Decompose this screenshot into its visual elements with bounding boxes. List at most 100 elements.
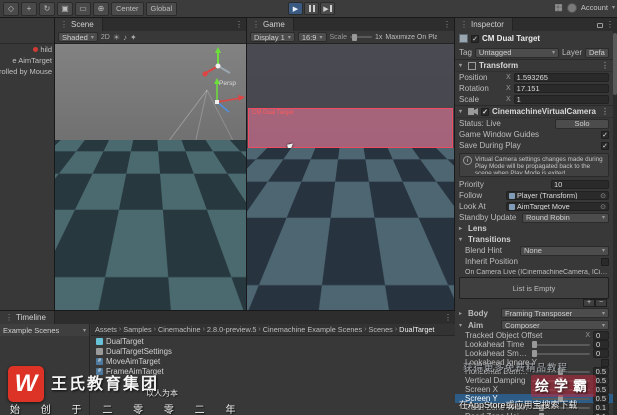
breadcrumb-item[interactable]: Scenes xyxy=(368,325,392,334)
lookahead-time-slider[interactable] xyxy=(532,341,590,348)
inspector-scrollbar[interactable] xyxy=(613,31,617,415)
vertical-damping-slider[interactable] xyxy=(532,377,590,384)
gameobject-name[interactable]: CM Dual Target xyxy=(482,34,609,43)
vcam-component-header[interactable]: ▾ ✓ CinemachineVirtualCamera ⋮ xyxy=(455,105,613,118)
breadcrumb-item[interactable]: Cinemachine Example Scenes xyxy=(263,325,362,334)
tab-game[interactable]: ⋮ Game xyxy=(247,18,294,31)
blend-hint-dropdown[interactable]: None ▾ xyxy=(520,245,609,256)
breadcrumb-item[interactable]: Assets xyxy=(95,325,117,334)
component-menu-icon[interactable]: ⋮ xyxy=(601,61,609,70)
object-picker-icon[interactable]: ⊙ xyxy=(600,192,606,200)
inspector-pane-menu-icon[interactable]: ⋮ xyxy=(606,20,614,29)
asset-row[interactable]: DualTarget xyxy=(91,336,455,346)
tracked-object-offset-x-field[interactable]: 0 xyxy=(593,331,609,340)
aim-dropdown[interactable]: Composer ▾ xyxy=(501,320,609,330)
account-button[interactable]: Account xyxy=(581,3,608,12)
toggle-2d-button[interactable]: 2D xyxy=(101,34,110,41)
screen-x-field[interactable]: 0.5 xyxy=(592,385,609,394)
lookahead-smoothing-slider[interactable] xyxy=(532,350,590,357)
foldout-icon[interactable]: ▸ xyxy=(459,310,465,317)
scene-pane-menu-icon[interactable]: ⋮ xyxy=(235,20,243,29)
scene-effects-icon[interactable]: ✦ xyxy=(130,33,137,42)
rect-tool-button[interactable]: ▭ xyxy=(75,1,91,16)
hand-tool-button[interactable]: ◇ xyxy=(3,1,19,16)
breadcrumb-item[interactable]: Samples xyxy=(123,325,151,334)
priority-field[interactable]: 10 xyxy=(551,180,609,189)
pivot-global-button[interactable]: Global xyxy=(145,1,178,16)
list-add-button[interactable]: + xyxy=(583,299,595,307)
maximize-on-play-toggle[interactable]: Maximize On Play xyxy=(385,34,437,41)
transitions-foldout[interactable]: ▾ Transitions xyxy=(455,234,613,245)
tab-scene[interactable]: ⋮ Scene xyxy=(55,18,103,31)
position-x-field[interactable]: 1.593265 xyxy=(513,73,609,82)
aspect-dropdown[interactable]: 16:9 ▾ xyxy=(297,32,327,42)
foldout-icon[interactable]: ▾ xyxy=(459,62,465,69)
body-dropdown[interactable]: Framing Transposer ▾ xyxy=(501,308,609,318)
vcam-dead-zone-guide[interactable]: CM Dual Target xyxy=(248,108,453,148)
gameobject-active-checkbox[interactable]: ✓ xyxy=(471,34,479,43)
hierarchy-item[interactable]: hild xyxy=(0,44,54,55)
lookahead-ignore-y-checkbox[interactable] xyxy=(601,358,609,367)
component-menu-icon[interactable]: ⋮ xyxy=(601,107,609,116)
tab-timeline[interactable]: ⋮ Timeline xyxy=(0,311,55,324)
vcam-enabled-checkbox[interactable]: ✓ xyxy=(481,107,489,116)
screen-x-slider[interactable] xyxy=(532,386,590,393)
inspector-lock-icon[interactable] xyxy=(597,20,603,29)
follow-object-field[interactable]: Player (Transform) ⊙ xyxy=(506,191,609,200)
step-button[interactable]: ▶ xyxy=(320,2,335,15)
dead-zone-width-slider[interactable] xyxy=(532,404,590,411)
rotate-tool-button[interactable]: ↻ xyxy=(39,1,55,16)
scene-lighting-icon[interactable]: ☀ xyxy=(113,33,120,42)
scene-viewport[interactable]: Persp xyxy=(55,44,246,310)
transform-tool-button[interactable]: ⊕ xyxy=(93,1,109,16)
services-icon[interactable]: ▦ xyxy=(554,2,563,13)
vertical-damping-field[interactable]: 0.5 xyxy=(592,376,609,385)
breadcrumb-item-current[interactable]: DualTarget xyxy=(399,325,434,334)
pivot-center-button[interactable]: Center xyxy=(111,1,144,16)
foldout-icon[interactable]: ▾ xyxy=(459,322,465,329)
display-dropdown[interactable]: Display 1 ▾ xyxy=(250,32,295,42)
hierarchy-item[interactable]: ontrolled by Mouse xyxy=(0,66,54,77)
layer-dropdown[interactable]: Default xyxy=(585,47,609,58)
shading-mode-dropdown[interactable]: Shaded ▾ xyxy=(58,32,98,42)
screen-y-slider[interactable] xyxy=(532,395,590,402)
move-tool-button[interactable]: + xyxy=(21,1,37,16)
asset-row[interactable]: DualTargetSettings xyxy=(91,346,455,356)
solo-button[interactable]: Solo xyxy=(555,118,609,129)
horizontal-damping-slider[interactable] xyxy=(532,368,590,375)
scale-x-field[interactable]: 1 xyxy=(513,95,609,104)
breadcrumb-item[interactable]: Cinemachine xyxy=(158,325,201,334)
lookahead-time-field[interactable]: 0 xyxy=(593,340,609,349)
lookat-object-field[interactable]: AimTarget Move ⊙ xyxy=(506,202,609,211)
list-remove-button[interactable]: − xyxy=(595,299,607,307)
scale-tool-button[interactable]: ▣ xyxy=(57,1,73,16)
lookahead-smoothing-field[interactable]: 0 xyxy=(593,349,609,358)
tab-inspector[interactable]: ⋮ Inspector xyxy=(455,18,513,31)
rotation-x-field[interactable]: 17.151 xyxy=(513,84,609,93)
pause-button[interactable] xyxy=(304,2,319,15)
scene-audio-icon[interactable]: ♪ xyxy=(123,33,127,42)
game-scale-slider[interactable] xyxy=(350,33,373,41)
folder-selector[interactable]: Example Scenes ▾ xyxy=(0,324,89,336)
game-pane-menu-icon[interactable]: ⋮ xyxy=(443,20,451,29)
lens-foldout[interactable]: ▸ Lens xyxy=(455,223,613,234)
screen-y-field[interactable]: 0.5 xyxy=(592,394,609,403)
asset-row[interactable]: # MoveAimTarget xyxy=(91,356,455,366)
play-button[interactable]: ▶ xyxy=(288,2,303,15)
tag-dropdown[interactable]: Untagged ▾ xyxy=(474,47,559,58)
asset-row[interactable]: # FrameAimTarget xyxy=(91,366,455,376)
game-viewport[interactable]: CM Dual Target xyxy=(247,44,454,310)
breadcrumb-item[interactable]: 2.8.0-preview.5 xyxy=(207,325,257,334)
save-during-play-checkbox[interactable]: ✓ xyxy=(601,141,609,150)
hierarchy-item[interactable]: e AimTarget xyxy=(0,55,54,66)
object-picker-icon[interactable]: ⊙ xyxy=(600,203,606,211)
inherit-position-checkbox[interactable] xyxy=(601,257,609,266)
horizontal-damping-field[interactable]: 0.5 xyxy=(592,367,609,376)
bottom-pane-menu-icon[interactable]: ⋮ xyxy=(444,313,452,322)
standby-update-dropdown[interactable]: Round Robin ▾ xyxy=(522,212,609,223)
move-gizmo[interactable] xyxy=(203,76,246,116)
dead-zone-width-field[interactable]: 0.1 xyxy=(592,403,609,412)
foldout-icon[interactable]: ▾ xyxy=(459,108,465,115)
game-window-guides-checkbox[interactable]: ✓ xyxy=(601,130,609,139)
transform-component-header[interactable]: ▾ Transform ⋮ xyxy=(455,59,613,72)
